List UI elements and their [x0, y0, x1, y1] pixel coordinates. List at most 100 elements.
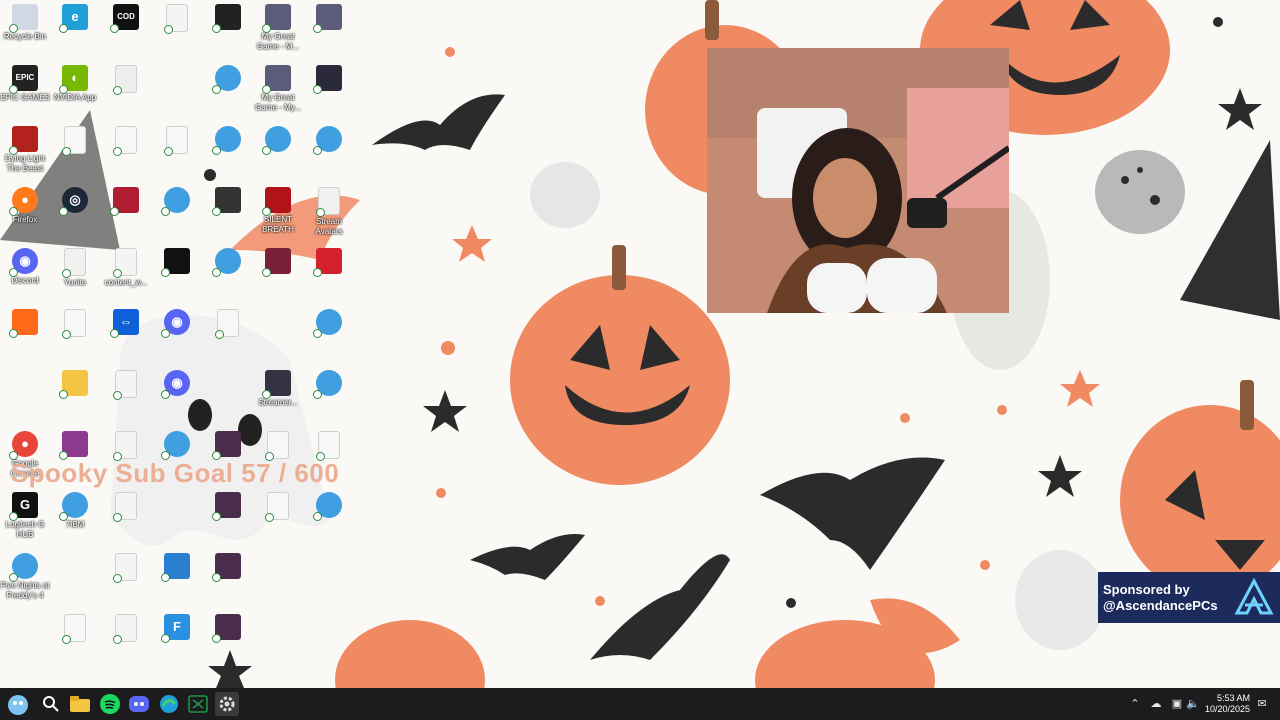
spotify-icon[interactable] [98, 692, 122, 716]
desktop-icon[interactable]: COD [101, 0, 151, 58]
desktop-icon[interactable]: SILENT BREATH [253, 183, 303, 241]
stream-avatars-icon [316, 187, 340, 217]
desktop-icon[interactable]: ◉ [152, 366, 202, 424]
edge-icon[interactable] [157, 692, 181, 716]
search-icon[interactable] [39, 692, 63, 716]
start-mascot-icon[interactable] [6, 692, 30, 716]
desktop-icon[interactable]: Five Nights at Freddy's 4 [0, 549, 50, 607]
desktop-icon[interactable] [203, 610, 253, 668]
desktop-icon[interactable] [152, 244, 202, 302]
desktop-icon[interactable]: Dying Light The Beast [0, 122, 50, 180]
desktop-icon[interactable] [101, 488, 151, 546]
desktop-icon[interactable] [101, 366, 151, 424]
desktop-icon[interactable] [304, 0, 354, 58]
desktop-icon[interactable] [50, 305, 100, 363]
desktop-icon[interactable] [50, 122, 100, 180]
desktop-icon[interactable]: ⇔ [101, 305, 151, 363]
desktop-icon[interactable] [152, 0, 202, 58]
desktop-icon[interactable] [50, 366, 100, 424]
fnaf-icon [9, 553, 38, 582]
desktop-icon[interactable]: F [152, 610, 202, 668]
ascendance-logo-icon [1234, 577, 1274, 614]
edge-icon: e [59, 4, 88, 33]
desktop-icon[interactable] [101, 183, 151, 241]
desktop-icon[interactable]: G Logitech G HUB [0, 488, 50, 546]
desktop-icon[interactable]: EPIC EPIC GAMES [0, 61, 50, 119]
dying-light-icon [9, 126, 38, 155]
settings-file-icon [113, 65, 137, 95]
desktop-icon[interactable] [152, 122, 202, 180]
desktop-icon[interactable] [101, 549, 151, 607]
desktop-icon[interactable] [101, 122, 151, 180]
desktop-icon[interactable]: ◉ [152, 305, 202, 363]
logitech-icon: G [9, 492, 38, 521]
image-file-icon [59, 431, 88, 460]
desktop-icon[interactable] [253, 122, 303, 180]
cloud-icon[interactable]: ☁ [1149, 697, 1163, 711]
desktop-icon-label: Discord [11, 276, 39, 285]
desktop-icon[interactable] [203, 183, 253, 241]
desktop-icon[interactable]: ● Firefox [0, 183, 50, 241]
desktop-icon[interactable]: Stream Avatars [304, 183, 354, 241]
desktop-icon[interactable] [203, 244, 253, 302]
system-clock[interactable]: 5:53 AM 10/20/2025 [1205, 693, 1250, 715]
desktop-icon[interactable] [304, 366, 354, 424]
chevron-up-icon[interactable]: ⌃ [1128, 697, 1142, 711]
globe-shortcut-icon [313, 370, 342, 399]
desktop-icon-label: 7IBM [65, 520, 85, 529]
volume-icon[interactable]: 🔈 [1186, 697, 1200, 711]
globe-shortcut-icon [212, 126, 241, 155]
desktop-icon[interactable]: content_w... [101, 244, 151, 302]
desktop-icon[interactable] [203, 488, 253, 546]
desktop-icon[interactable]: Yunite [50, 244, 100, 302]
desktop-icon[interactable]: Recycle Bin [0, 0, 50, 58]
file-explorer-icon[interactable] [68, 692, 92, 716]
globe-shortcut-icon [313, 309, 342, 338]
streamlabs-icon [110, 187, 139, 216]
desktop-icon-label: SILENT BREATH [262, 215, 294, 234]
clock-time: 5:53 AM [1216, 693, 1250, 703]
desktop-icon[interactable]: ◐ NVIDIA App [50, 61, 100, 119]
desktop-icon[interactable]: e [50, 0, 100, 58]
desktop-icon[interactable] [203, 61, 253, 119]
desktop-icon[interactable] [304, 122, 354, 180]
silent-breath-icon [262, 187, 291, 216]
discord-icon[interactable] [127, 692, 151, 716]
sponsor-line2: @AscendancePCs [1103, 597, 1218, 613]
desktop-icon[interactable] [50, 610, 100, 668]
sub-goal-overlay: Spooky Sub Goal 57 / 600 [10, 458, 340, 488]
desktop-icon[interactable]: ◉ Discord [0, 244, 50, 302]
desktop-icon[interactable] [0, 305, 50, 363]
ghost-blob [1015, 550, 1105, 650]
desktop-icon-label: content_w... [104, 278, 148, 287]
firefox-icon: ● [9, 187, 38, 216]
desktop-icon[interactable] [304, 244, 354, 302]
desktop-icon[interactable] [203, 549, 253, 607]
desktop-icon[interactable] [304, 305, 354, 363]
recycle-bin-icon [9, 4, 38, 33]
desktop-icon[interactable] [203, 305, 253, 363]
nvidia-icon: ◐ [59, 65, 88, 94]
desktop-icon[interactable]: Streamer... [253, 366, 303, 424]
network-icon[interactable]: ▣ [1170, 697, 1184, 711]
desktop-icon[interactable]: 7IBM [50, 488, 100, 546]
settings-gear-icon[interactable] [215, 692, 239, 716]
xbox-icon[interactable] [186, 692, 210, 716]
desktop-icon[interactable]: ◎ [50, 183, 100, 241]
desktop-icon[interactable] [253, 488, 303, 546]
desktop-icon[interactable] [203, 122, 253, 180]
desktop-icon-label: Firefox [12, 215, 38, 224]
desktop-icon-label: EPIC GAMES [0, 93, 50, 102]
desktop-icon[interactable] [304, 61, 354, 119]
desktop-icon[interactable] [203, 0, 253, 58]
desktop-icon[interactable] [152, 183, 202, 241]
globe-shortcut-icon [59, 492, 88, 521]
desktop-icon[interactable] [101, 610, 151, 668]
desktop-icon[interactable] [152, 549, 202, 607]
desktop-icon[interactable] [304, 488, 354, 546]
desktop-icon[interactable]: My Great Game - M... [253, 0, 303, 58]
notification-icon[interactable]: ✉ [1255, 697, 1269, 711]
desktop-icon[interactable]: My Great Game - My... [253, 61, 303, 119]
desktop-icon[interactable] [253, 244, 303, 302]
desktop-icon[interactable] [101, 61, 151, 119]
